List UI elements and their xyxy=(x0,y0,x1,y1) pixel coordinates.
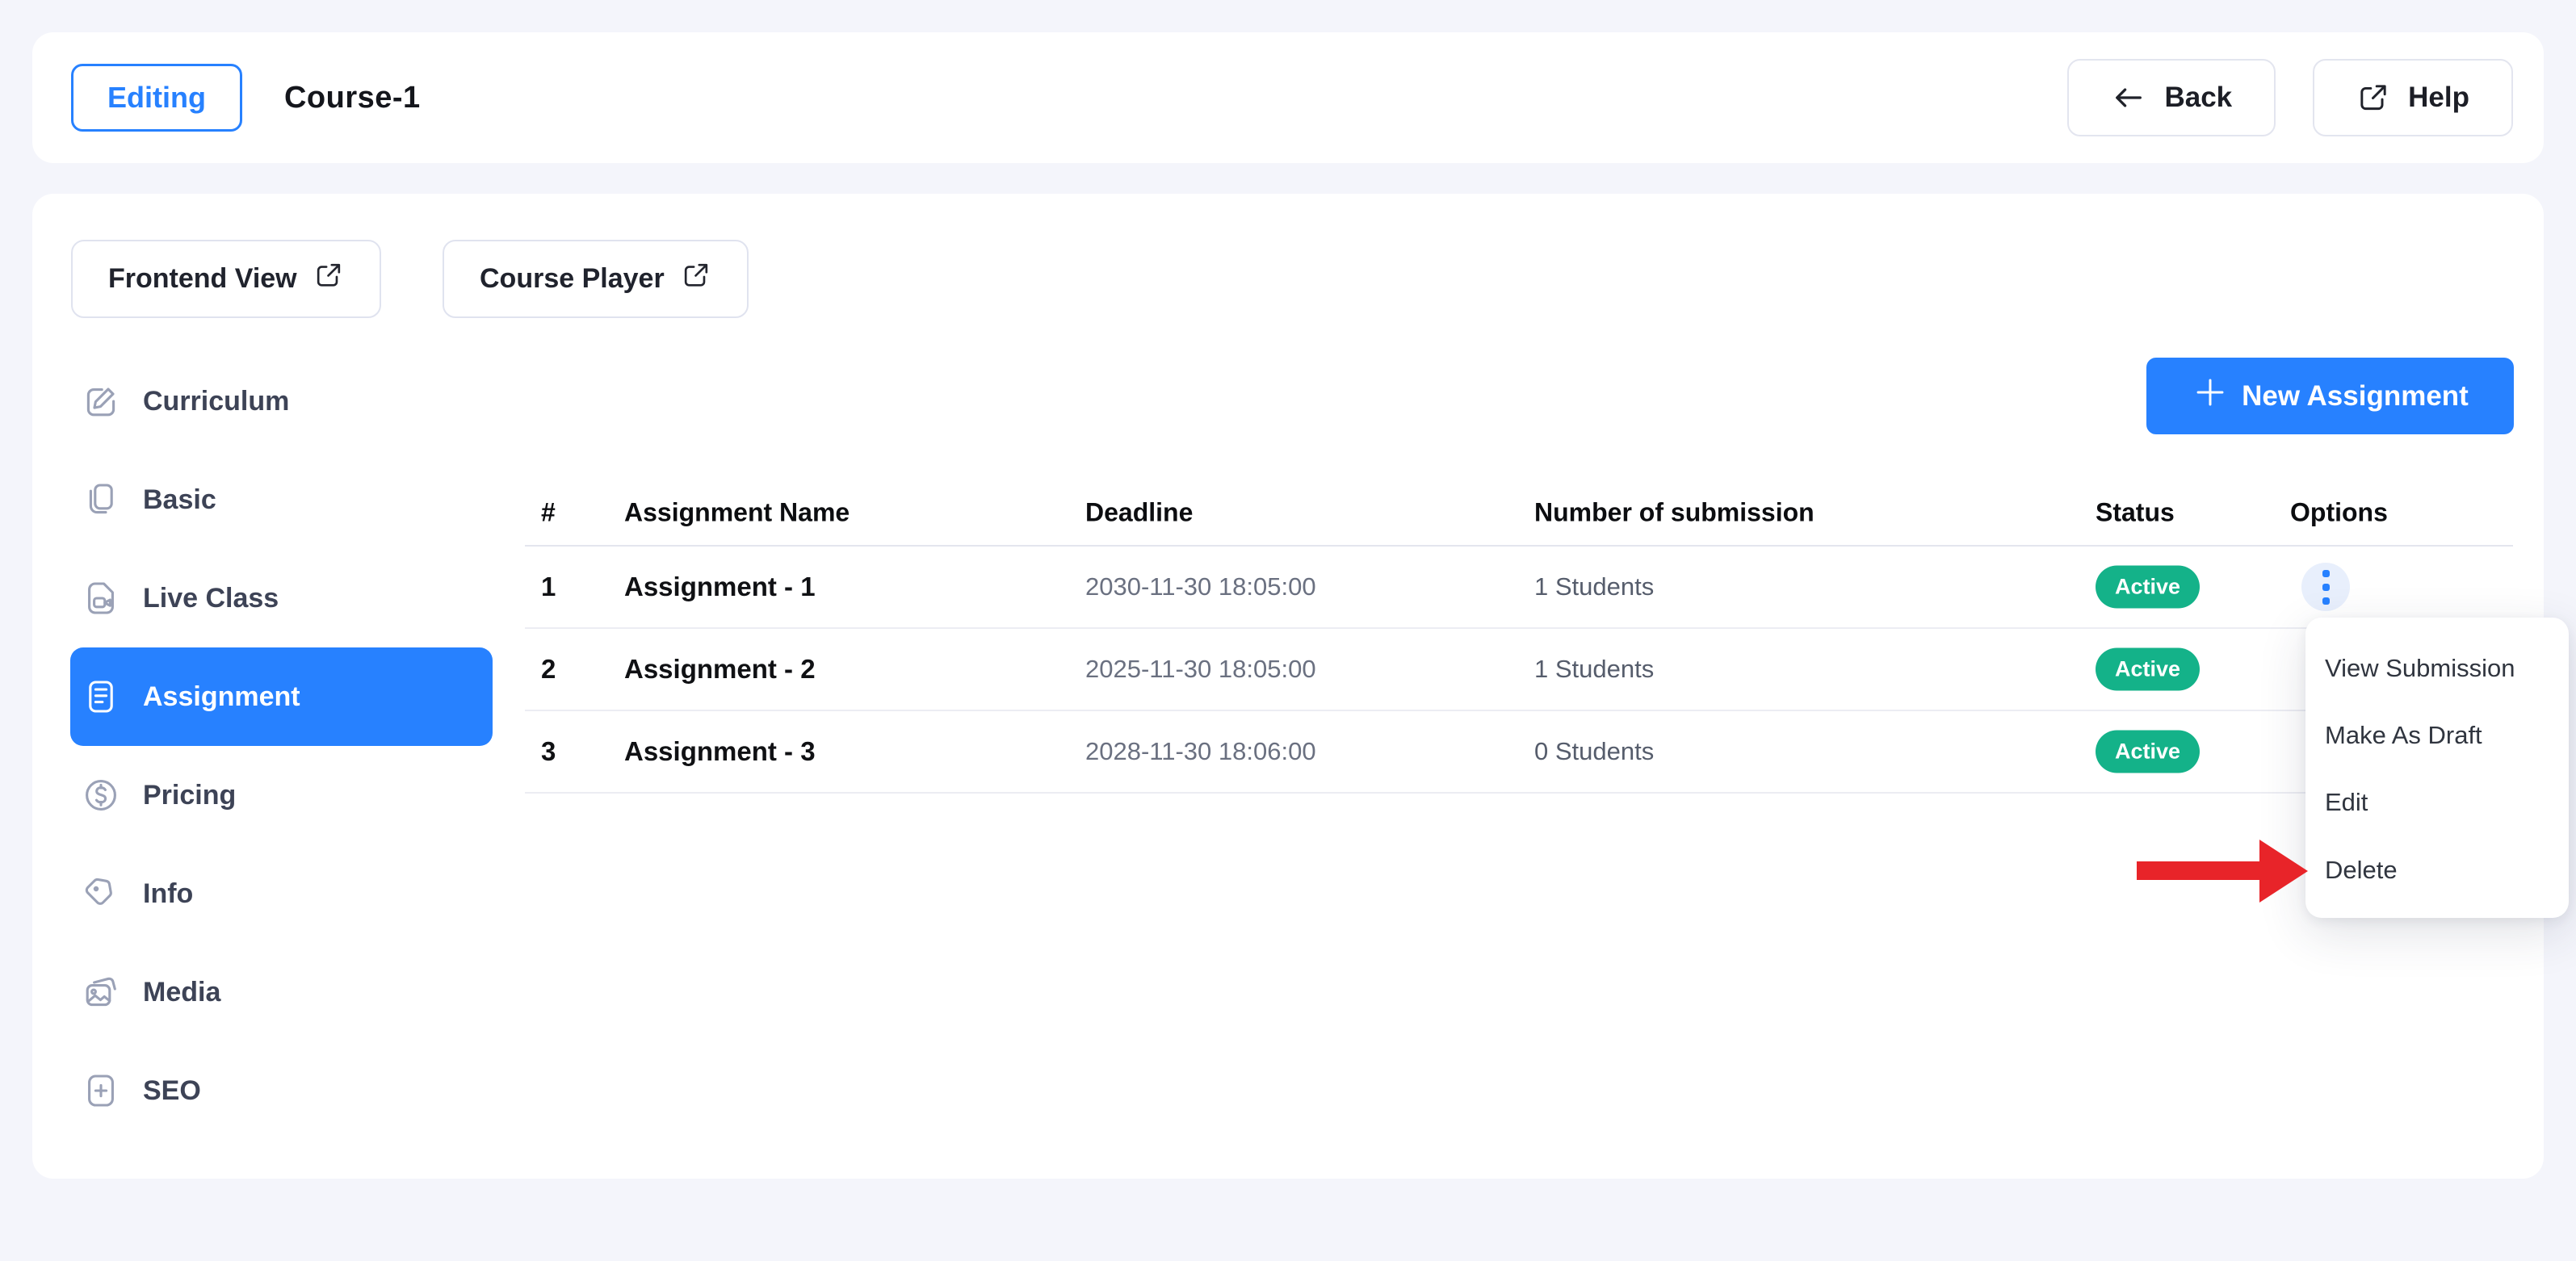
row-options-kebab-menu[interactable] xyxy=(2301,563,2350,611)
row-index: 1 xyxy=(541,572,556,602)
options-dropdown-menu: View Submission Make As Draft Edit Delet… xyxy=(2305,618,2569,918)
col-header-status: Status xyxy=(2096,498,2175,528)
course-section-nav: Curriculum Basic Live Class Assignment P… xyxy=(70,352,493,1140)
deadline-value: 2028-11-30 18:06:00 xyxy=(1085,737,1316,766)
col-header-index: # xyxy=(541,498,556,528)
menu-item-edit[interactable]: Edit xyxy=(2325,785,2556,820)
col-header-deadline: Deadline xyxy=(1085,498,1193,528)
menu-item-view-submission[interactable]: View Submission xyxy=(2325,651,2556,686)
status-badge: Active xyxy=(2096,648,2200,691)
sidebar-item-live-class[interactable]: Live Class xyxy=(70,549,493,647)
menu-item-make-as-draft[interactable]: Make As Draft xyxy=(2325,718,2556,753)
sidebar-item-label: Media xyxy=(143,977,220,1008)
submission-count: 0 Students xyxy=(1534,737,1654,766)
sidebar-item-pricing[interactable]: Pricing xyxy=(70,746,493,844)
live-class-icon xyxy=(82,579,120,618)
frontend-view-button[interactable]: Frontend View xyxy=(71,240,381,318)
col-header-submissions: Number of submission xyxy=(1534,498,1815,528)
tag-icon xyxy=(82,874,120,913)
sidebar-item-info[interactable]: Info xyxy=(70,844,493,943)
arrow-left-icon xyxy=(2111,80,2146,115)
curriculum-icon xyxy=(82,382,120,421)
frontend-view-label: Frontend View xyxy=(108,263,297,295)
row-index: 3 xyxy=(541,736,556,767)
dollar-icon xyxy=(82,776,120,815)
media-icon xyxy=(82,973,120,1012)
plus-icon xyxy=(2192,374,2229,418)
deadline-value: 2030-11-30 18:05:00 xyxy=(1085,572,1316,601)
sidebar-item-label: Basic xyxy=(143,484,216,516)
page-title: Course-1 xyxy=(284,81,421,115)
sidebar-item-seo[interactable]: SEO xyxy=(70,1041,493,1140)
sidebar-item-label: SEO xyxy=(143,1075,201,1107)
sidebar-item-label: Live Class xyxy=(143,583,279,614)
copy-icon xyxy=(82,480,120,519)
course-player-button[interactable]: Course Player xyxy=(443,240,749,318)
submission-count: 1 Students xyxy=(1534,655,1654,684)
table-row: 1 Assignment - 1 2030-11-30 18:05:00 1 S… xyxy=(525,547,2513,629)
help-button[interactable]: Help xyxy=(2313,59,2513,136)
course-editor-panel: Frontend View Course Player Curriculum B… xyxy=(32,194,2544,1179)
back-label: Back xyxy=(2164,82,2232,114)
editing-status-badge[interactable]: Editing xyxy=(71,64,242,132)
sidebar-item-label: Curriculum xyxy=(143,386,289,417)
header-bar: Editing Course-1 Back Help xyxy=(32,32,2544,163)
submission-count: 1 Students xyxy=(1534,572,1654,601)
assignment-name: Assignment - 1 xyxy=(624,572,816,602)
header-actions: Back Help xyxy=(2067,59,2513,136)
status-cell: Active xyxy=(2096,731,2200,773)
deadline-value: 2025-11-30 18:05:00 xyxy=(1085,655,1316,684)
table-row: 2 Assignment - 2 2025-11-30 18:05:00 1 S… xyxy=(525,629,2513,711)
sidebar-item-label: Pricing xyxy=(143,780,236,811)
status-cell: Active xyxy=(2096,648,2200,691)
seo-icon xyxy=(82,1071,120,1110)
menu-item-delete[interactable]: Delete xyxy=(2325,853,2556,888)
col-header-name: Assignment Name xyxy=(624,498,850,528)
external-link-icon xyxy=(313,260,344,298)
help-label: Help xyxy=(2408,82,2469,114)
assignments-table: # Assignment Name Deadline Number of sub… xyxy=(525,480,2513,794)
external-link-icon xyxy=(681,260,711,298)
status-badge: Active xyxy=(2096,731,2200,773)
assignment-name: Assignment - 2 xyxy=(624,654,816,685)
table-header-row: # Assignment Name Deadline Number of sub… xyxy=(525,480,2513,547)
sidebar-item-media[interactable]: Media xyxy=(70,943,493,1041)
new-assignment-label: New Assignment xyxy=(2242,380,2469,413)
new-assignment-button[interactable]: New Assignment xyxy=(2146,358,2514,434)
external-link-icon xyxy=(2356,81,2390,115)
sidebar-item-curriculum[interactable]: Curriculum xyxy=(70,352,493,450)
status-cell: Active xyxy=(2096,566,2200,609)
table-row: 3 Assignment - 3 2028-11-30 18:06:00 0 S… xyxy=(525,711,2513,794)
assignment-name: Assignment - 3 xyxy=(624,736,816,767)
course-player-label: Course Player xyxy=(480,263,665,295)
sidebar-item-basic[interactable]: Basic xyxy=(70,450,493,549)
row-index: 2 xyxy=(541,654,556,685)
sidebar-item-assignment[interactable]: Assignment xyxy=(70,647,493,746)
col-header-options: Options xyxy=(2290,498,2388,528)
sidebar-item-label: Info xyxy=(143,878,193,910)
back-button[interactable]: Back xyxy=(2067,59,2276,136)
sidebar-item-label: Assignment xyxy=(143,681,300,713)
assignment-icon xyxy=(82,677,120,716)
status-badge: Active xyxy=(2096,566,2200,609)
